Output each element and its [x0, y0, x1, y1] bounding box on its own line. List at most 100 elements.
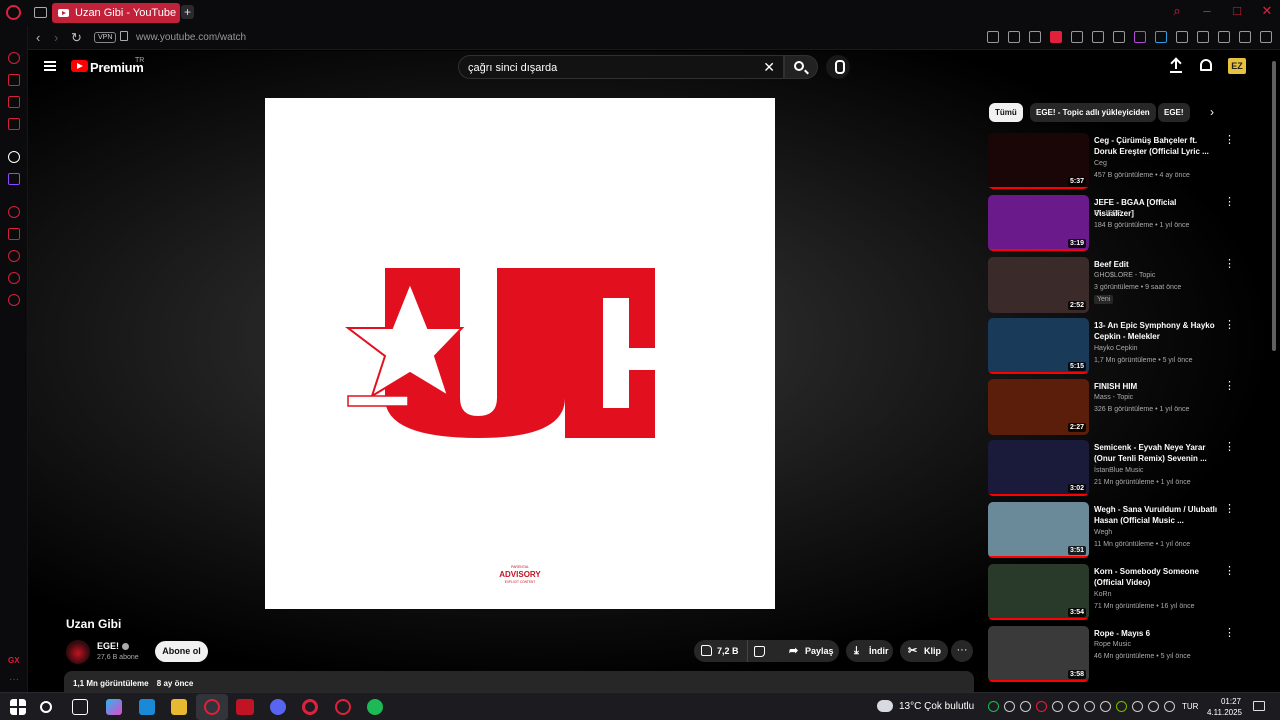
opera-logo-icon[interactable] [6, 5, 21, 20]
history-icon[interactable] [8, 250, 20, 262]
back-button[interactable]: ‹ [36, 30, 40, 45]
rec-thumbnail[interactable]: 3:02 [988, 440, 1089, 496]
search-tabs-icon[interactable]: ⌕ [1170, 4, 1184, 18]
chips-next-chevron-icon[interactable]: › [1210, 105, 1214, 119]
rec-channel[interactable]: İstanBlue Music [1094, 467, 1143, 474]
music-player-icon[interactable] [1134, 31, 1146, 43]
battery-tray-icon[interactable] [1132, 701, 1143, 712]
download-button[interactable]: ⤓ İndir [846, 640, 893, 662]
bookmarks-icon[interactable] [8, 228, 20, 240]
recommendation-item[interactable]: 2:27 FINISH HIM Mass - Topic 326 B görün… [988, 379, 1238, 437]
rec-menu-icon[interactable]: ⋮ [1224, 135, 1235, 146]
rec-channel[interactable]: GHO$LORE - Topic [1094, 272, 1155, 279]
create-upload-icon[interactable] [1170, 59, 1182, 73]
rec-menu-icon[interactable]: ⋮ [1224, 566, 1235, 577]
pinboard-icon[interactable] [1197, 31, 1209, 43]
recommendation-item[interactable]: 5:15 13- An Epic Symphony & Hayko Cepkin… [988, 318, 1238, 376]
chip-topic-uploader[interactable]: EGE! - Topic adlı yükleyiciden [1030, 103, 1156, 122]
sidebar-more-icon[interactable]: ··· [9, 674, 19, 685]
player-icon[interactable] [1092, 31, 1104, 43]
rec-channel[interactable]: Rope Music [1094, 641, 1131, 648]
recommendation-item[interactable]: 3:02 Semicenk - Eyvah Neye Yarar (Onur T… [988, 440, 1238, 498]
steam-tray-icon[interactable] [1004, 701, 1015, 712]
subscribe-button[interactable]: Abone ol [155, 641, 208, 662]
channel-name[interactable]: EGE! [97, 641, 130, 651]
player-sidebar-icon[interactable] [8, 206, 20, 218]
rec-channel[interactable]: Hayko Cepkin [1094, 345, 1138, 352]
description-box[interactable]: 1,1 Mn görüntüleme 8 ay önce [64, 671, 974, 692]
zoom-icon[interactable] [987, 31, 999, 43]
opera-gx-taskbar-icon[interactable] [204, 699, 220, 715]
twitch-icon[interactable] [8, 173, 20, 185]
rec-channel[interactable]: Mass - Topic [1094, 394, 1133, 401]
easy-setup-icon[interactable] [1260, 31, 1272, 43]
rec-menu-icon[interactable]: ⋮ [1224, 381, 1235, 392]
recommendation-item[interactable]: 5:37 Ceg - Çürümüş Bahçeler ft. Doruk Er… [988, 133, 1238, 191]
speed-dial-icon[interactable] [8, 52, 20, 64]
chip-channel[interactable]: EGE! [1158, 103, 1190, 122]
tab-islands-icon[interactable] [34, 7, 47, 18]
rec-title[interactable]: Ceg - Çürümüş Bahçeler ft. Doruk Ereşter… [1094, 135, 1218, 157]
video-player[interactable]: PARENTAL ADVISORY EXPLICIT CONTENT [265, 98, 775, 609]
snapshot-icon[interactable] [1029, 31, 1041, 43]
pin-icon[interactable] [1008, 31, 1020, 43]
settings-gear-icon[interactable] [8, 294, 20, 306]
rec-thumbnail[interactable]: 3:19 [988, 195, 1089, 251]
gx-label[interactable]: GX [8, 656, 20, 665]
active-tab[interactable]: Uzan Gibi - YouTube [52, 3, 180, 23]
rec-menu-icon[interactable]: ⋮ [1224, 259, 1235, 270]
url-field[interactable]: www.youtube.com/watch [136, 32, 246, 43]
maximize-button[interactable]: □ [1230, 4, 1244, 18]
share-button[interactable]: ➦ Paylaş [781, 640, 839, 662]
weather-text[interactable]: 13°C Çok bulutlu [899, 701, 974, 712]
chat-tray-icon[interactable] [1084, 701, 1095, 712]
gx-corner-icon[interactable] [8, 118, 20, 130]
adblock-icon[interactable] [1050, 31, 1062, 43]
app-icon[interactable] [8, 151, 20, 163]
edge-browser-icon[interactable] [139, 699, 155, 715]
cloudy-weather-icon[interactable] [877, 700, 893, 712]
recommendation-item[interactable]: 3:54 Korn - Somebody Someone (Official V… [988, 564, 1238, 622]
clip-button[interactable]: ✂ Klip [900, 640, 948, 662]
recommendation-item[interactable]: 3:51 Wegh - Sana Vuruldum / Ulubatlı Has… [988, 502, 1238, 560]
spotify-tray-icon[interactable] [988, 701, 999, 712]
language-indicator[interactable]: TUR [1182, 702, 1198, 711]
copilot-icon[interactable] [106, 699, 122, 715]
nvidia-tray-icon[interactable] [1116, 701, 1127, 712]
opera-icon[interactable] [302, 699, 318, 715]
rec-thumbnail[interactable]: 3:58 [988, 626, 1089, 682]
forward-button[interactable]: › [54, 30, 58, 45]
opera-gx-icon[interactable] [335, 699, 351, 715]
rec-thumbnail[interactable]: 5:37 [988, 133, 1089, 189]
rec-thumbnail[interactable]: 2:52 [988, 257, 1089, 313]
rec-channel[interactable]: Ceg [1094, 160, 1107, 167]
minimize-button[interactable]: – [1200, 4, 1214, 18]
translate-icon[interactable] [1155, 31, 1167, 43]
bookmark-heart-icon[interactable] [1113, 31, 1125, 43]
rec-title[interactable]: 13- An Epic Symphony & Hayko Cepkin - Me… [1094, 320, 1218, 342]
rec-thumbnail[interactable]: 3:54 [988, 564, 1089, 620]
rec-channel[interactable]: Wegh [1094, 529, 1112, 536]
start-windows-icon[interactable] [10, 699, 26, 715]
rec-thumbnail[interactable]: 2:27 [988, 379, 1089, 435]
app-tray-icon[interactable] [1052, 701, 1063, 712]
downloads-icon[interactable] [1218, 31, 1230, 43]
wifi-tray-icon[interactable] [1164, 701, 1175, 712]
like-button[interactable]: 7,2 B [694, 640, 748, 662]
reload-button[interactable]: ↻ [71, 30, 82, 46]
rec-thumbnail[interactable]: 3:51 [988, 502, 1089, 558]
rec-menu-icon[interactable]: ⋮ [1224, 320, 1235, 331]
security-tray-icon[interactable] [1036, 701, 1047, 712]
file-explorer-icon[interactable] [171, 699, 187, 715]
rec-title[interactable]: Semicenk - Eyvah Neye Yarar (Onur Tenli … [1094, 442, 1218, 464]
search-button[interactable] [784, 55, 818, 79]
rec-menu-icon[interactable]: ⋮ [1224, 628, 1235, 639]
discord-tray-icon[interactable] [1020, 701, 1031, 712]
rec-menu-icon[interactable]: ⋮ [1224, 442, 1235, 453]
search-query[interactable]: çağrı sinci dışarda [468, 62, 557, 74]
channel-avatar[interactable] [66, 640, 90, 664]
dislike-button[interactable] [754, 646, 765, 657]
messenger-icon[interactable] [8, 96, 20, 108]
video-app-icon[interactable] [236, 699, 254, 715]
recommendation-item[interactable]: 3:19 JEFE - BGAA [Official Visualizer] E… [988, 195, 1238, 253]
